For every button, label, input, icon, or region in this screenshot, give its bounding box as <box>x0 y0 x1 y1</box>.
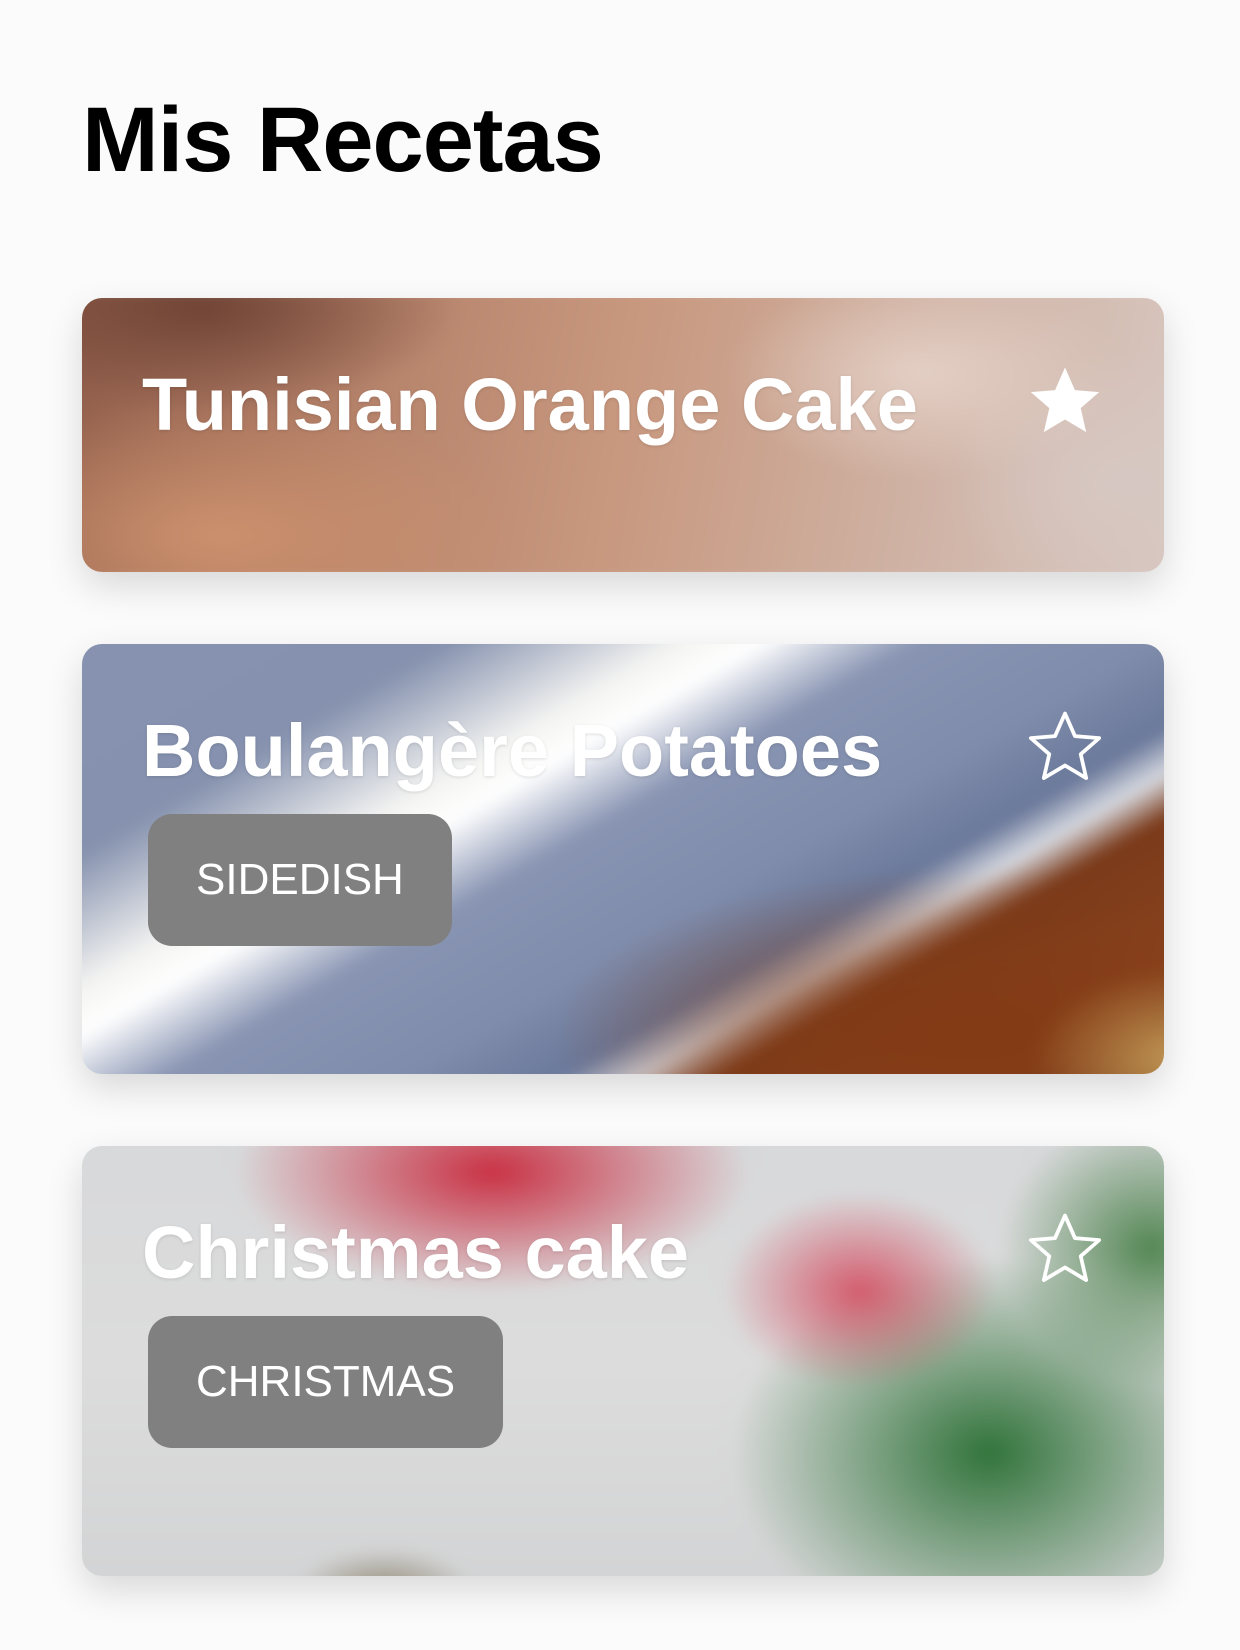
star-outline-icon[interactable] <box>1024 1208 1106 1290</box>
star-filled-icon[interactable] <box>1024 360 1106 442</box>
recipes-screen: Mis Recetas Tunisian Orange Cake Boulang… <box>0 0 1240 1650</box>
recipe-tag[interactable]: CHRISTMAS <box>148 1316 504 1448</box>
recipe-title: Boulangère Potatoes <box>142 709 883 792</box>
recipe-tag[interactable]: SIDEDISH <box>148 814 452 946</box>
recipe-card[interactable]: Christmas cake CHRISTMAS <box>82 1146 1164 1576</box>
page-title: Mis Recetas <box>82 89 604 191</box>
recipe-title: Tunisian Orange Cake <box>142 363 918 446</box>
recipe-card[interactable]: Boulangère Potatoes SIDEDISH <box>82 644 1164 1074</box>
star-outline-icon[interactable] <box>1024 706 1106 788</box>
recipe-title: Christmas cake <box>142 1211 690 1294</box>
recipe-card[interactable]: Tunisian Orange Cake <box>82 298 1164 572</box>
